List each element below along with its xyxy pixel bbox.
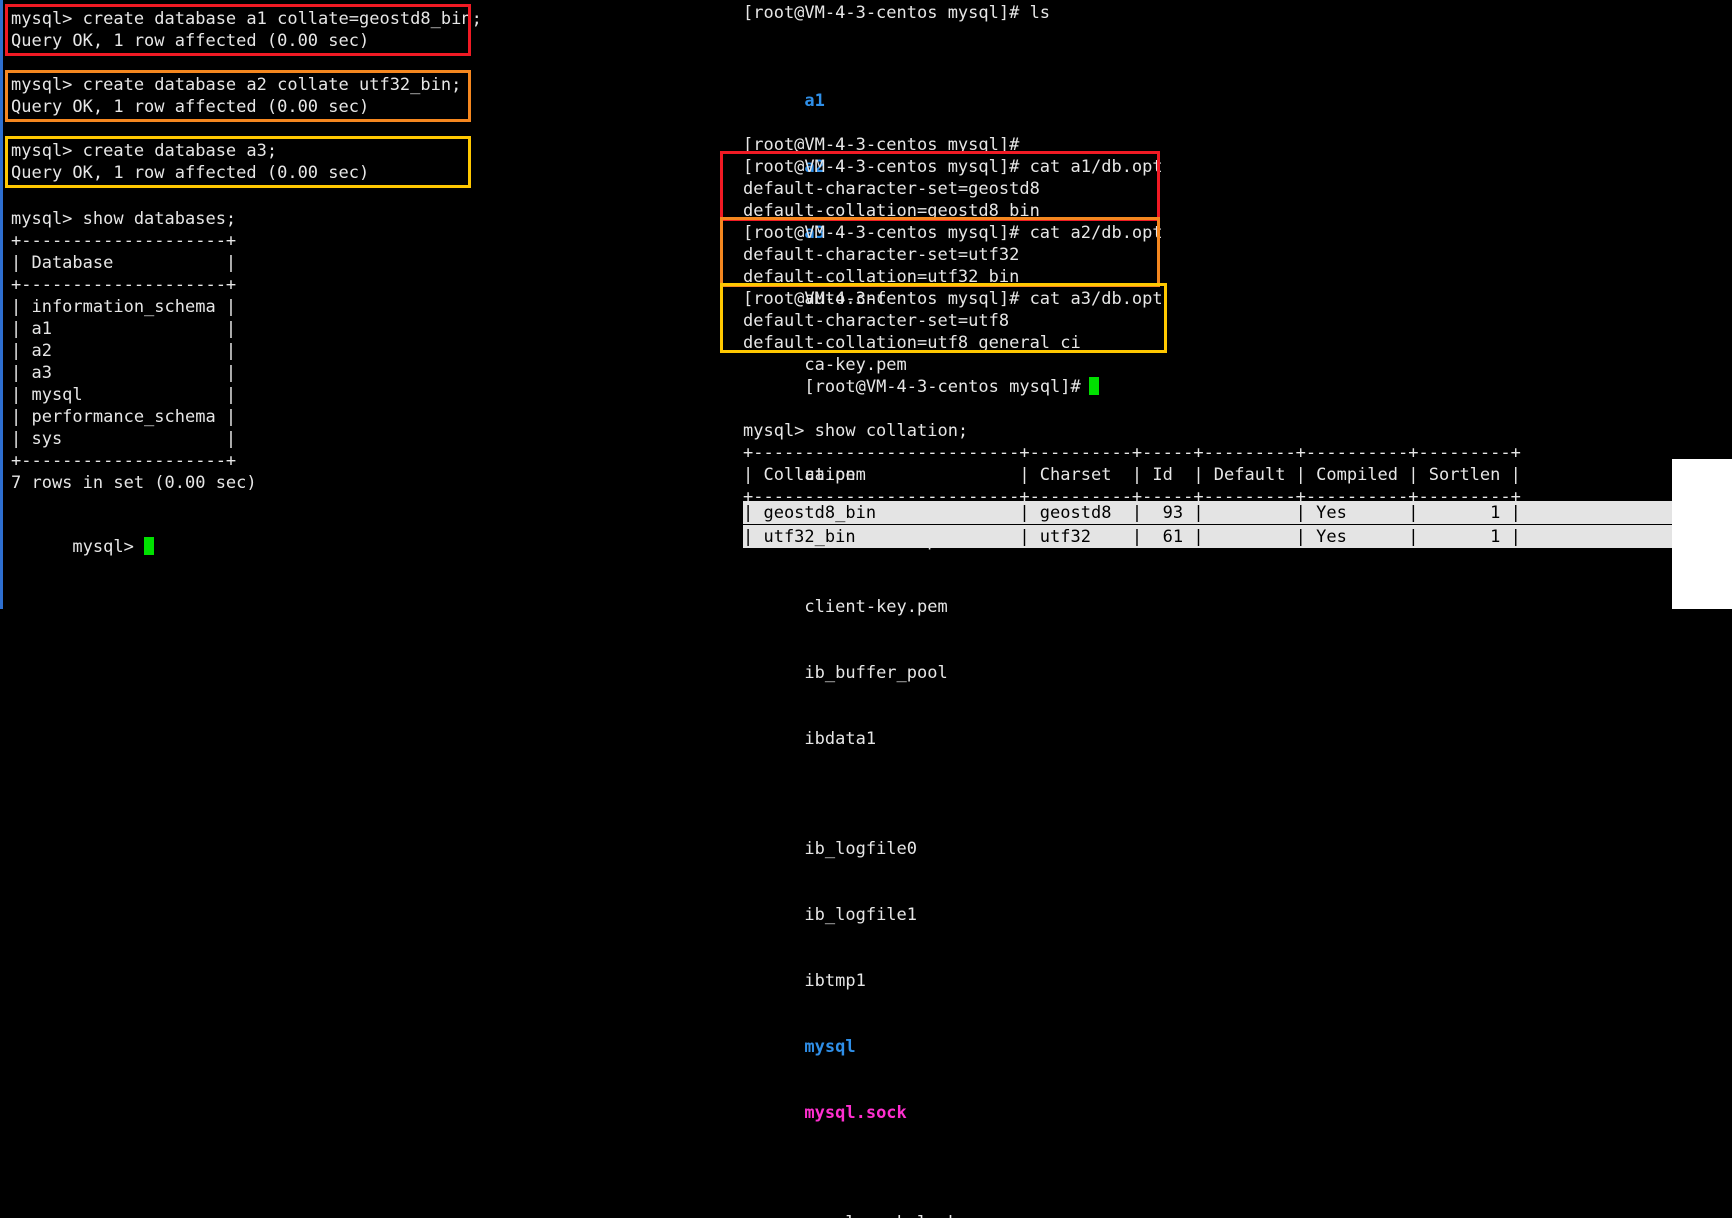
shell-final-prompt-text: [root@VM-4-3-centos mysql]# — [804, 377, 1081, 397]
show-databases-rowcount: 7 rows in set (0.00 sec) — [11, 473, 257, 493]
ls-item-ib-logfile0[interactable]: ib_logfile0 — [804, 838, 944, 860]
mysql-prompt-text: mysql> — [72, 537, 145, 557]
ls-item-mysql-sock[interactable]: mysql.sock — [804, 1102, 944, 1124]
ls-column-3: ib_logfile0 ib_logfile1 ibtmp1 mysql mys… — [804, 794, 944, 1168]
cat-a3-collation-line: default-collation=utf8_general_ci — [743, 333, 1081, 353]
show-databases-rule-bottom: +--------------------+ — [11, 451, 237, 471]
shell-text-cursor — [1088, 377, 1099, 395]
db-row-sys: | sys | — [11, 429, 237, 449]
ls-item-ibtmp1[interactable]: ibtmp1 — [804, 970, 944, 992]
create-a3-result: Query OK, 1 row affected (0.00 sec) — [11, 163, 370, 183]
show-databases-rule-mid: +--------------------+ — [11, 275, 237, 295]
cat-a1-collation-line: default-collation=geostd8_bin — [743, 201, 1040, 221]
show-databases-rule-top: +--------------------+ — [11, 231, 237, 251]
db-row-a3: | a3 | — [11, 363, 237, 383]
db-row-a2: | a2 | — [11, 341, 237, 361]
db-row-information-schema: | information_schema | — [11, 297, 237, 317]
text-cursor — [144, 537, 155, 555]
ls-column-4: mysql.sock.lock performance_schema priva… — [804, 1168, 1014, 1218]
ls-item-mysql-sock-lock[interactable]: mysql.sock.lock — [804, 1212, 1014, 1218]
mysql-client-pane[interactable]: mysql> create database a1 collate=geostd… — [0, 0, 733, 609]
create-a3-command: mysql> create database a3; — [11, 141, 278, 161]
ls-command: [root@VM-4-3-centos mysql]# ls — [743, 3, 1051, 23]
ls-item-mysql[interactable]: mysql — [804, 1036, 944, 1058]
ls-item-ib-buffer-pool[interactable]: ib_buffer_pool — [804, 662, 959, 684]
terminal-screenshot: mysql> create database a1 collate=geostd… — [0, 0, 1732, 1218]
show-databases-command: mysql> show databases; — [11, 209, 237, 229]
cat-a2-charset-line: default-character-set=utf32 — [743, 245, 1020, 265]
show-databases-header: | Database | — [11, 253, 237, 273]
collation-row-geostd8-bin[interactable]: | geostd8_bin | geostd8 | 93 | | Yes | 1… — [743, 501, 1691, 524]
shell-final-prompt-line[interactable]: [root@VM-4-3-centos mysql]# — [743, 354, 1099, 420]
collation-rule-top: +--------------------------+----------+-… — [743, 443, 1521, 463]
ls-item-ibdata1[interactable]: ibdata1 — [804, 728, 959, 750]
db-row-mysql: | mysql | — [11, 385, 237, 405]
cat-a3-command: [root@VM-4-3-centos mysql]# cat a3/db.op… — [743, 289, 1163, 309]
create-a2-command: mysql> create database a2 collate utf32_… — [11, 75, 462, 95]
shell-pane[interactable]: [root@VM-4-3-centos mysql]# ls a1 a2 a3 … — [720, 0, 1732, 1218]
collation-header: | Collation | Charset | Id | Default | C… — [743, 465, 1521, 485]
cat-a1-command: [root@VM-4-3-centos mysql]# cat a1/db.op… — [743, 157, 1163, 177]
cat-a1-charset-line: default-character-set=geostd8 — [743, 179, 1040, 199]
create-a1-command: mysql> create database a1 collate=geostd… — [11, 9, 482, 29]
cat-a2-collation-line: default-collation=utf32_bin — [743, 267, 1020, 287]
cat-a3-charset-line: default-character-set=utf8 — [743, 311, 1010, 331]
db-row-a1: | a1 | — [11, 319, 237, 339]
background-window-edge — [1672, 459, 1732, 609]
db-row-performance-schema: | performance_schema | — [11, 407, 237, 427]
shell-prompt-after-ls: [root@VM-4-3-centos mysql]# — [743, 135, 1020, 155]
cat-a2-command: [root@VM-4-3-centos mysql]# cat a2/db.op… — [743, 223, 1163, 243]
create-a2-result: Query OK, 1 row affected (0.00 sec) — [11, 97, 370, 117]
ls-item-client-key-pem[interactable]: client-key.pem — [804, 596, 959, 618]
ls-item-ib-logfile1[interactable]: ib_logfile1 — [804, 904, 944, 926]
show-collation-command: mysql> show collation; — [743, 421, 969, 441]
create-a1-result: Query OK, 1 row affected (0.00 sec) — [11, 31, 370, 51]
ls-item-a1[interactable]: a1 — [804, 90, 929, 112]
collation-row-utf32-bin[interactable]: | utf32_bin | utf32 | 61 | | Yes | 1 | — [743, 525, 1691, 548]
mysql-prompt-line[interactable]: mysql> — [11, 514, 155, 580]
